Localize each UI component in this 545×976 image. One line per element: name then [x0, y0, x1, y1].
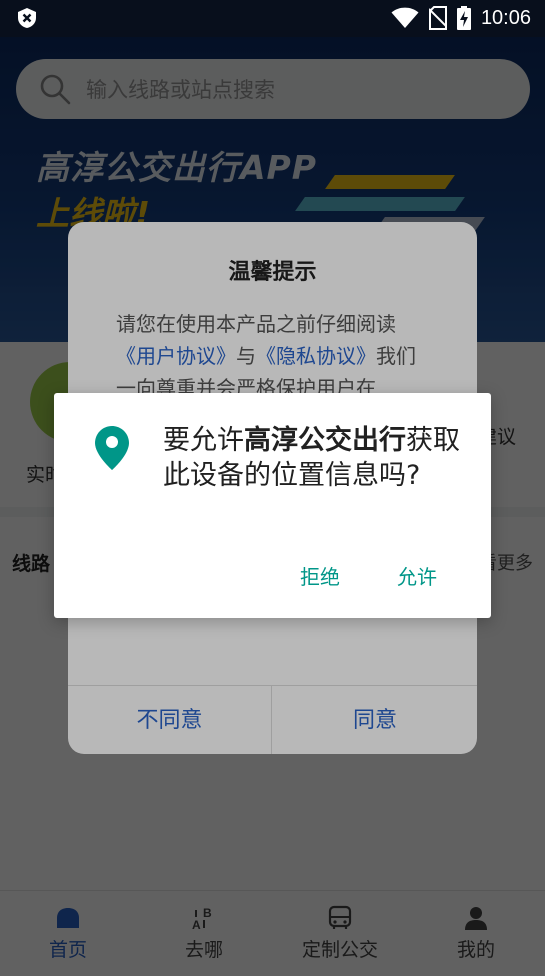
permission-prefix: 要允许 — [163, 425, 244, 456]
battery-charging-icon — [456, 6, 471, 30]
allow-button[interactable]: 允许 — [397, 561, 437, 590]
status-bar: 10:06 — [0, 0, 545, 37]
wifi-icon — [391, 7, 419, 28]
permission-message: 要允许高淳公交出行获取此设备的位置信息吗? — [163, 423, 473, 493]
status-time: 10:06 — [480, 6, 531, 29]
no-sim-icon — [428, 6, 447, 30]
location-permission-dialog: 要允许高淳公交出行获取此设备的位置信息吗? 拒绝 允许 — [54, 393, 491, 618]
permission-app-name: 高淳公交出行 — [244, 425, 406, 456]
location-pin-icon — [95, 426, 129, 470]
shield-x-icon — [18, 8, 36, 28]
deny-button[interactable]: 拒绝 — [300, 561, 340, 590]
